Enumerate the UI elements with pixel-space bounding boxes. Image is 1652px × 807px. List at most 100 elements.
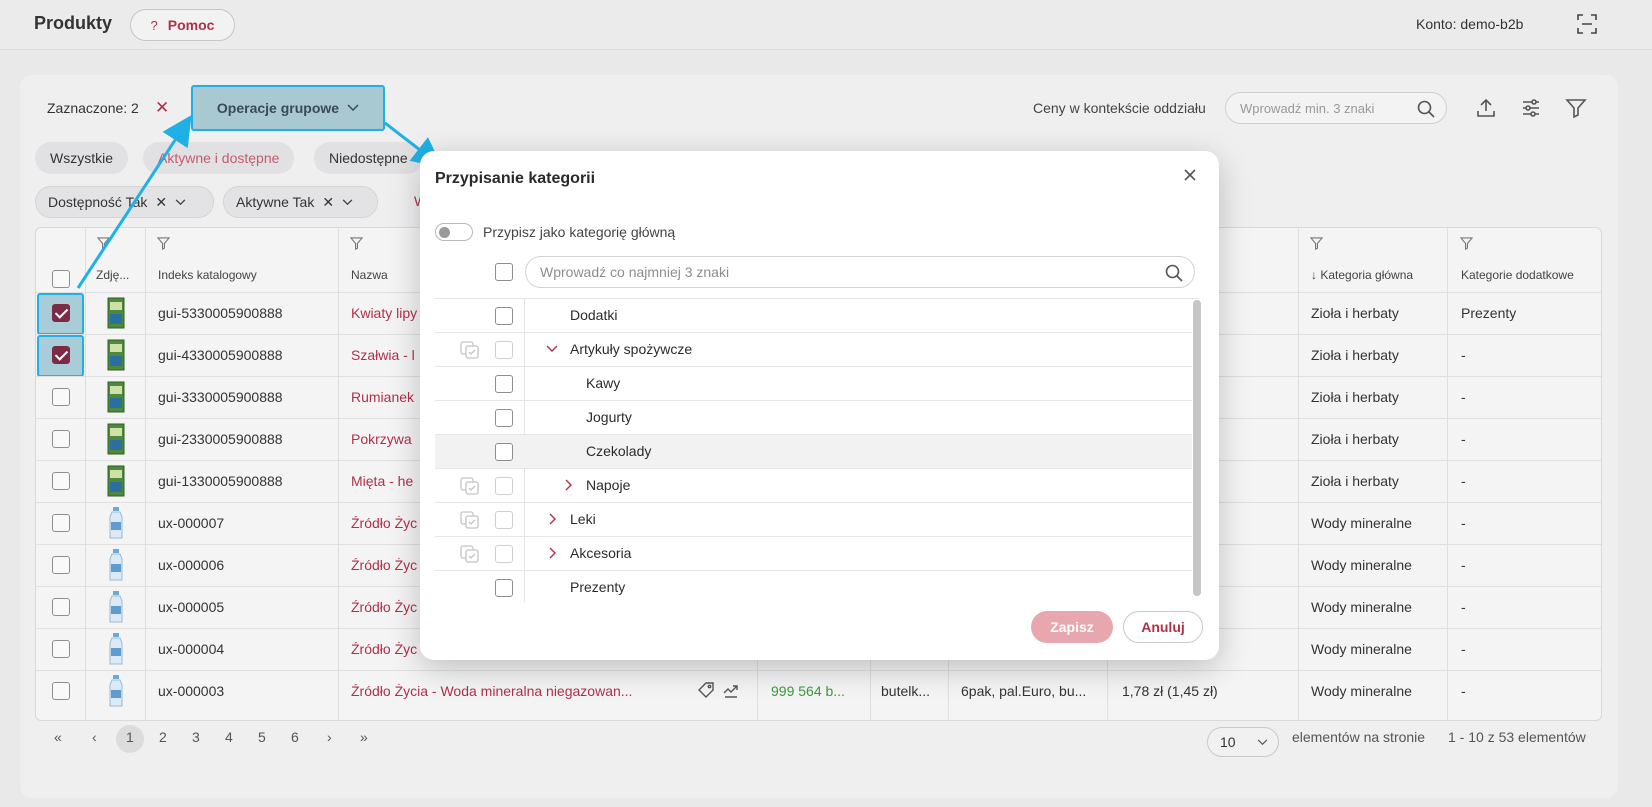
close-icon[interactable]: ✕ xyxy=(322,194,334,211)
row-checkbox[interactable] xyxy=(52,304,70,322)
tab-unavailable[interactable]: Niedostępne xyxy=(314,142,423,174)
tree-row[interactable]: Prezenty xyxy=(435,571,1192,602)
row-checkbox[interactable] xyxy=(52,682,70,700)
tree-label[interactable]: Akcesoria xyxy=(570,545,631,561)
select-children-icon[interactable] xyxy=(460,511,480,529)
page-6[interactable]: 6 xyxy=(291,729,299,745)
page-1[interactable]: 1 xyxy=(126,729,134,745)
tree-checkbox[interactable] xyxy=(495,443,513,461)
tree-label[interactable]: Kawy xyxy=(586,375,620,391)
price-scale-icon[interactable] xyxy=(722,681,740,702)
chevron-right-icon[interactable] xyxy=(561,478,575,492)
tree-label[interactable]: Czekolady xyxy=(586,443,651,459)
cell-product-name[interactable]: Pokrzywa xyxy=(351,431,412,447)
column-filter-icon[interactable] xyxy=(157,237,170,250)
chevron-right-icon[interactable] xyxy=(545,512,559,526)
first-page-button[interactable]: « xyxy=(54,729,62,745)
cell-product-name[interactable]: Źródło Życ xyxy=(351,515,417,531)
select-children-icon[interactable] xyxy=(460,545,480,563)
row-checkbox[interactable] xyxy=(52,514,70,532)
save-button[interactable]: Zapisz xyxy=(1031,611,1113,643)
export-icon[interactable] xyxy=(1475,97,1497,119)
prev-page-button[interactable]: ‹ xyxy=(92,729,97,745)
column-filter-icon[interactable] xyxy=(350,237,363,250)
page-2[interactable]: 2 xyxy=(159,729,167,745)
column-header-photo[interactable]: Zdję... xyxy=(96,268,129,282)
tree-checkbox[interactable] xyxy=(495,307,513,325)
close-icon[interactable] xyxy=(1180,165,1200,185)
cancel-button[interactable]: Anuluj xyxy=(1123,611,1203,643)
category-search-input[interactable]: Wprowadź co najmniej 3 znaki xyxy=(525,256,1195,288)
tab-all[interactable]: Wszystkie xyxy=(35,142,128,174)
page-3[interactable]: 3 xyxy=(192,729,200,745)
per-page-select[interactable]: 10 xyxy=(1207,727,1279,757)
select-children-icon[interactable] xyxy=(460,341,480,359)
cell-product-name[interactable]: Źródło Życ xyxy=(351,599,417,615)
column-filter-icon[interactable] xyxy=(1460,237,1473,250)
tree-checkbox[interactable] xyxy=(495,409,513,427)
tree-row[interactable]: Akcesoria xyxy=(435,537,1192,571)
filter-icon[interactable] xyxy=(1565,97,1587,119)
page-4[interactable]: 4 xyxy=(225,729,233,745)
last-page-button[interactable]: » xyxy=(360,729,368,745)
tree-label[interactable]: Jogurty xyxy=(586,409,632,425)
row-checkbox[interactable] xyxy=(52,388,70,406)
row-checkbox[interactable] xyxy=(52,346,70,364)
tree-label[interactable]: Leki xyxy=(570,511,596,527)
main-category-toggle[interactable] xyxy=(435,223,473,241)
column-filter-icon[interactable] xyxy=(97,237,110,250)
tree-checkbox[interactable] xyxy=(495,375,513,393)
tab-active-available[interactable]: Aktywne i dostępne xyxy=(143,142,295,174)
tree-select-all-checkbox[interactable] xyxy=(495,263,513,281)
column-filter-icon[interactable] xyxy=(1310,237,1323,250)
tree-row[interactable]: Napoje xyxy=(435,469,1192,503)
close-icon[interactable]: ✕ xyxy=(155,194,167,211)
tree-label[interactable]: Napoje xyxy=(586,477,630,493)
cell-product-name[interactable]: Rumianek xyxy=(351,389,414,405)
page-5[interactable]: 5 xyxy=(258,729,266,745)
column-header-name[interactable]: Nazwa xyxy=(351,268,388,282)
column-header-index[interactable]: Indeks katalogowy xyxy=(158,268,257,282)
tree-checkbox[interactable] xyxy=(495,511,513,529)
tree-row[interactable]: Kawy xyxy=(435,367,1192,401)
tree-row[interactable]: Czekolady xyxy=(435,435,1192,469)
tree-checkbox[interactable] xyxy=(495,477,513,495)
tree-checkbox[interactable] xyxy=(495,341,513,359)
select-children-icon[interactable] xyxy=(460,477,480,495)
tree-label[interactable]: Dodatki xyxy=(570,307,617,323)
chevron-right-icon[interactable] xyxy=(545,546,559,560)
tree-checkbox[interactable] xyxy=(495,545,513,563)
clear-selection-icon[interactable]: ✕ xyxy=(155,98,169,118)
search-icon[interactable] xyxy=(1416,99,1436,119)
column-header-main-category[interactable]: ↓ Kategoria główna xyxy=(1311,268,1413,282)
prices-context-input[interactable]: Wprowadź min. 3 znaki xyxy=(1225,92,1447,124)
settings-sliders-icon[interactable] xyxy=(1520,97,1542,119)
group-operations-button[interactable]: Operacje grupowe xyxy=(191,85,385,131)
tree-label[interactable]: Artykuły spożywcze xyxy=(570,341,692,357)
help-button[interactable]: ? Pomoc xyxy=(130,9,235,41)
row-checkbox[interactable] xyxy=(52,430,70,448)
row-checkbox[interactable] xyxy=(52,640,70,658)
tree-label[interactable]: Prezenty xyxy=(570,579,625,595)
row-checkbox[interactable] xyxy=(52,556,70,574)
fullscreen-icon[interactable] xyxy=(1576,13,1598,35)
cell-product-name[interactable]: Szałwia - l xyxy=(351,347,415,363)
cell-product-name[interactable]: Źródło Życ xyxy=(351,557,417,573)
filter-chip-availability[interactable]: Dostępność Tak ✕ xyxy=(35,186,214,218)
filter-chip-active[interactable]: Aktywne Tak ✕ xyxy=(223,186,378,218)
tree-row[interactable]: Leki xyxy=(435,503,1192,537)
cell-product-name[interactable]: Źródło Życ xyxy=(351,641,417,657)
row-checkbox[interactable] xyxy=(52,598,70,616)
column-header-extra-categories[interactable]: Kategorie dodatkowe xyxy=(1461,268,1574,282)
row-checkbox[interactable] xyxy=(52,472,70,490)
chevron-down-icon[interactable] xyxy=(545,342,559,356)
tag-icon[interactable] xyxy=(697,681,715,702)
tree-scrollbar-thumb[interactable] xyxy=(1193,300,1201,596)
search-icon[interactable] xyxy=(1164,263,1184,283)
tree-row[interactable]: Jogurty xyxy=(435,401,1192,435)
tree-row[interactable]: Dodatki xyxy=(435,299,1192,333)
select-all-checkbox[interactable] xyxy=(52,270,70,288)
cell-product-name[interactable]: Mięta - he xyxy=(351,473,413,489)
cell-product-name[interactable]: Kwiaty lipy xyxy=(351,305,417,321)
tree-checkbox[interactable] xyxy=(495,579,513,597)
